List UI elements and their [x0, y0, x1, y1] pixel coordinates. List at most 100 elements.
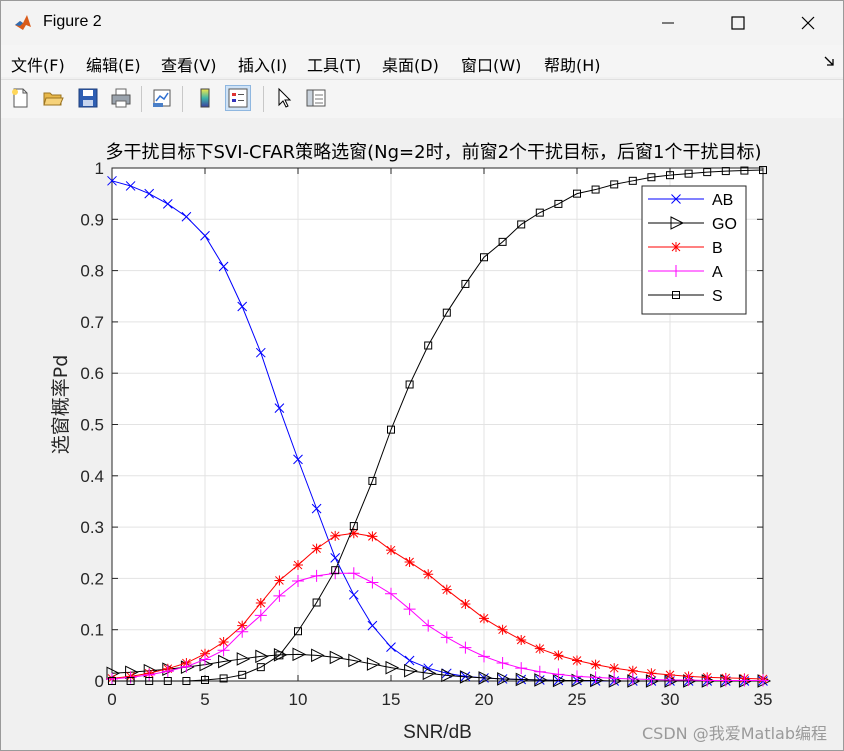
- y-tick-label: 0: [95, 672, 104, 691]
- data-point: [293, 560, 303, 571]
- menu-edit[interactable]: 编辑(E): [86, 52, 141, 76]
- legend-label: GO: [712, 216, 737, 233]
- x-tick-label: 20: [475, 690, 494, 709]
- marker-star: [553, 650, 564, 661]
- marker-star: [609, 663, 620, 674]
- insert-colorbar-button[interactable]: [192, 85, 218, 111]
- printer-icon: [111, 88, 131, 108]
- link-plot-button[interactable]: [149, 85, 175, 111]
- marker-star: [479, 613, 489, 624]
- data-point: [386, 545, 396, 556]
- property-panel-icon: [306, 89, 326, 107]
- x-tick-label: 10: [289, 690, 308, 709]
- minimize-button[interactable]: [633, 1, 703, 45]
- close-icon: [801, 16, 815, 30]
- marker-star: [423, 569, 434, 580]
- maximize-icon: [731, 16, 745, 30]
- y-tick-label: 0.7: [80, 313, 104, 332]
- marker-star: [572, 655, 582, 666]
- toolbar-separator: [182, 86, 183, 112]
- menu-bar: 文件(F) 编辑(E) 查看(V) 插入(I) 工具(T) 桌面(D) 窗口(W…: [1, 45, 843, 77]
- data-point: [367, 531, 378, 542]
- marker-star: [590, 659, 601, 670]
- chart: 0 5 10 15 20 25 30 35 0 0.1 0.2 0.3 0.4 0.5 0.6 0.7 0.8 0…: [50, 142, 773, 743]
- marker-star: [404, 556, 415, 567]
- y-tick-label: 0.9: [80, 210, 104, 229]
- window-title: Figure 2: [43, 13, 102, 30]
- y-tick-label: 0.6: [80, 364, 104, 383]
- x-axis-label: SNR/dB: [403, 722, 472, 743]
- marker-star: [516, 634, 527, 645]
- data-point: [534, 643, 545, 654]
- menu-desktop[interactable]: 桌面(D): [382, 52, 439, 76]
- watermark: CSDN @我爱Matlab编程: [642, 724, 827, 743]
- marker-star: [330, 530, 341, 541]
- data-point: [441, 584, 452, 595]
- marker-star: [441, 584, 452, 595]
- chart-title: 多干扰目标下SVI-CFAR策略选窗(Ng=2时，前窗2个干扰目标，后窗1个干扰…: [105, 142, 761, 163]
- figure-window: Figure 2 文件(F) 编辑(E) 查看(V) 插入(I) 工具(T) 桌…: [0, 0, 844, 751]
- folder-open-icon: [43, 92, 64, 106]
- legend-label: AB: [712, 192, 733, 209]
- y-tick-label: 0.4: [80, 467, 104, 486]
- save-icon: [78, 88, 98, 108]
- toolbar-separator: [263, 86, 264, 112]
- y-axis-label: 选窗概率Pd: [50, 355, 72, 455]
- maximize-button[interactable]: [703, 1, 773, 45]
- matlab-icon: [15, 15, 31, 30]
- data-point: [274, 575, 285, 586]
- x-tick-label: 15: [382, 690, 401, 709]
- y-tick-label: 0.2: [80, 569, 104, 588]
- insert-legend-button[interactable]: [225, 85, 251, 111]
- marker-star: [534, 643, 545, 654]
- menu-tools[interactable]: 工具(T): [307, 52, 361, 76]
- toolbar-separator: [141, 86, 142, 112]
- figure-toolbar: [1, 79, 843, 119]
- x-tick-label: 30: [661, 690, 680, 709]
- y-tick-label: 0.8: [80, 262, 104, 281]
- marker-star: [460, 599, 471, 610]
- data-point: [255, 598, 266, 609]
- open-file-button[interactable]: [40, 85, 66, 111]
- legend: AB GO BAS: [641, 185, 747, 315]
- legend-icon: [228, 88, 248, 108]
- x-tick-label: 25: [568, 690, 587, 709]
- x-tick-label: 0: [107, 690, 116, 709]
- y-tick-label: 1: [95, 159, 104, 178]
- data-point: [516, 634, 527, 645]
- y-tick-label: 0.5: [80, 416, 104, 435]
- figure-canvas: 0 5 10 15 20 25 30 35 0 0.1 0.2 0.3 0.4 0.5 0.6 0.7 0.8 0…: [1, 118, 843, 750]
- menu-help[interactable]: 帮助(H): [544, 52, 601, 76]
- marker-star: [274, 575, 285, 586]
- data-point: [330, 530, 341, 541]
- new-file-icon: [12, 88, 28, 108]
- data-point: [553, 650, 564, 661]
- print-button[interactable]: [108, 85, 134, 111]
- link-plot-icon: [153, 89, 171, 107]
- dock-arrow-icon[interactable]: [823, 55, 835, 67]
- x-tick-label: 35: [754, 690, 773, 709]
- minimize-icon: [662, 22, 674, 24]
- menu-window[interactable]: 窗口(W): [461, 52, 521, 76]
- data-point: [590, 659, 601, 670]
- data-point: [404, 556, 415, 567]
- y-tick-label: 0.3: [80, 518, 104, 537]
- data-point: [423, 569, 434, 580]
- save-button[interactable]: [75, 85, 101, 111]
- y-tick-label: 0.1: [80, 621, 104, 640]
- menu-view[interactable]: 查看(V): [161, 52, 216, 76]
- legend-label: A: [712, 264, 723, 281]
- marker-star: [497, 624, 508, 635]
- data-point: [479, 613, 489, 624]
- property-inspector-button[interactable]: [303, 85, 329, 111]
- data-point: [572, 655, 582, 666]
- edit-plot-button[interactable]: [271, 85, 297, 111]
- legend-label: B: [712, 240, 723, 257]
- close-button[interactable]: [773, 1, 843, 45]
- menu-file[interactable]: 文件(F): [11, 52, 65, 76]
- menu-insert[interactable]: 插入(I): [238, 52, 287, 76]
- data-point: [497, 624, 508, 635]
- colorbar-icon: [200, 88, 210, 108]
- x-tick-label: 5: [200, 690, 209, 709]
- new-figure-button[interactable]: [7, 85, 33, 111]
